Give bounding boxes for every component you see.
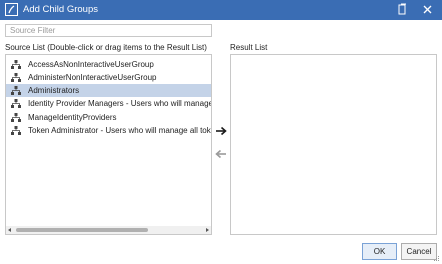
list-item-label: Administrators: [28, 86, 80, 95]
source-filter-input[interactable]: [5, 24, 212, 37]
list-item-selected[interactable]: Administrators: [6, 84, 211, 97]
list-item-label: ManageIdentityProviders: [28, 113, 117, 122]
source-list-label: Source List (Double-click or drag items …: [5, 43, 207, 52]
result-list[interactable]: [230, 54, 437, 235]
group-icon: [11, 86, 21, 95]
list-item-label: Token Administrator - Users who will man…: [28, 126, 212, 135]
scroll-left-icon[interactable]: [8, 228, 11, 232]
app-logo-icon: [5, 3, 18, 16]
resize-grip-icon[interactable]: [434, 256, 440, 262]
window-title: Add Child Groups: [23, 4, 98, 15]
group-icon: [11, 126, 21, 135]
arrow-right-icon[interactable]: [215, 126, 227, 136]
scroll-right-icon[interactable]: [206, 228, 209, 232]
list-item[interactable]: AccessAsNonInteractiveUserGroup: [6, 58, 211, 71]
list-item-label: AccessAsNonInteractiveUserGroup: [28, 60, 154, 69]
restore-icon[interactable]: [396, 3, 409, 16]
ok-button[interactable]: OK: [362, 243, 397, 260]
list-item-label: Identity Provider Managers - Users who w…: [28, 99, 212, 108]
horizontal-scrollbar[interactable]: [6, 226, 211, 234]
list-item[interactable]: ManageIdentityProviders: [6, 111, 211, 124]
list-item[interactable]: Identity Provider Managers - Users who w…: [6, 97, 211, 110]
cancel-button[interactable]: Cancel: [401, 243, 437, 260]
close-icon[interactable]: [421, 3, 434, 16]
source-list[interactable]: AccessAsNonInteractiveUserGroup Administ…: [5, 54, 212, 235]
scrollbar-thumb[interactable]: [16, 228, 148, 232]
group-icon: [11, 73, 21, 82]
list-item-label: AdministerNonInteractiveUserGroup: [28, 73, 157, 82]
group-icon: [11, 60, 21, 69]
result-list-label: Result List: [230, 43, 268, 52]
arrow-left-icon[interactable]: [215, 149, 227, 159]
group-icon: [11, 99, 21, 108]
list-item[interactable]: Token Administrator - Users who will man…: [6, 124, 211, 137]
title-bar: Add Child Groups: [0, 0, 442, 20]
list-item[interactable]: AdministerNonInteractiveUserGroup: [6, 71, 211, 84]
group-icon: [11, 113, 21, 122]
